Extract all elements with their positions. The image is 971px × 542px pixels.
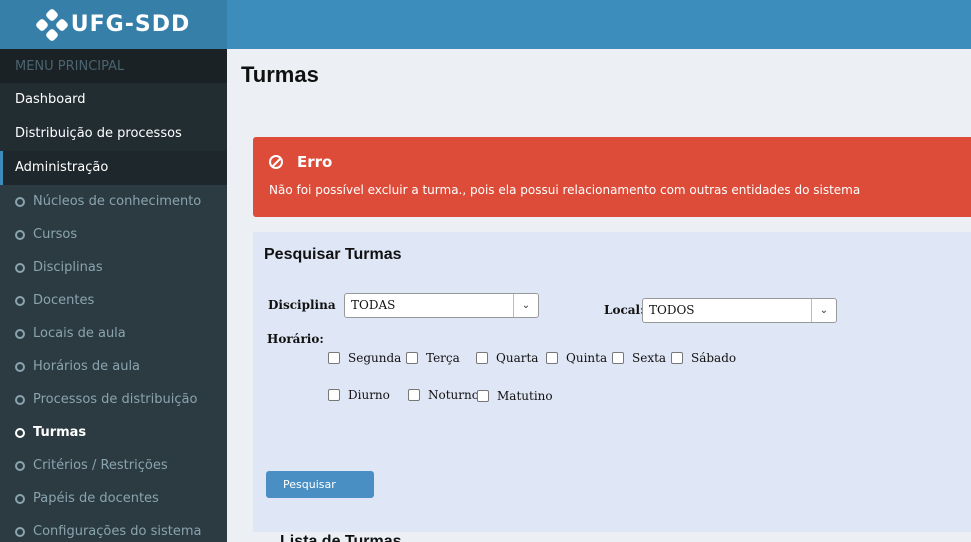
logo-icon	[34, 7, 69, 42]
circle-icon	[15, 229, 25, 240]
subitem-cursos[interactable]: Cursos	[0, 218, 227, 251]
list-title: Lista de Turmas	[280, 533, 402, 542]
checkbox-sabado[interactable]: Sábado	[671, 351, 736, 365]
ban-icon	[269, 155, 283, 169]
subitem-label: Disciplinas	[33, 260, 103, 275]
checkbox-quarta[interactable]: Quarta	[476, 351, 538, 365]
checkbox-box[interactable]	[612, 352, 624, 364]
circle-icon	[15, 295, 25, 306]
subitem-label: Locais de aula	[33, 326, 126, 341]
checkbox-label: Terça	[426, 351, 460, 365]
logo[interactable]: UFG-SDD	[0, 0, 227, 49]
circle-icon	[15, 328, 25, 339]
sidebar-header: MENU PRINCIPAL	[0, 49, 227, 83]
checkbox-box[interactable]	[406, 352, 418, 364]
circle-icon	[15, 394, 25, 405]
subitem-label: Configurações do sistema	[33, 524, 202, 539]
subitem-criterios[interactable]: Critérios / Restrições	[0, 449, 227, 482]
checkbox-label: Matutino	[497, 389, 553, 403]
checkbox-label: Segunda	[348, 351, 402, 365]
subitem-label: Turmas	[33, 425, 87, 440]
error-alert: Erro Não foi possível excluir a turma., …	[253, 137, 971, 217]
subitem-label: Critérios / Restrições	[33, 458, 168, 473]
checkbox-box[interactable]	[477, 390, 489, 402]
circle-icon	[15, 262, 25, 273]
checkbox-diurno[interactable]: Diurno	[328, 388, 390, 402]
local-select[interactable]: TODOS ⌄	[642, 298, 837, 323]
alert-header: Erro	[269, 153, 955, 171]
chevron-down-icon: ⌄	[811, 299, 836, 322]
subitem-horarios[interactable]: Horários de aula	[0, 350, 227, 383]
checkbox-box[interactable]	[546, 352, 558, 364]
subitem-label: Núcleos de conhecimento	[33, 194, 202, 209]
checkbox-terca[interactable]: Terça	[406, 351, 460, 365]
chevron-down-icon: ⌄	[513, 294, 538, 317]
horario-label: Horário:	[267, 332, 324, 346]
subitem-label: Docentes	[33, 293, 95, 308]
subitem-locais[interactable]: Locais de aula	[0, 317, 227, 350]
circle-icon	[15, 460, 25, 471]
brand-name: UFG-SDD	[70, 12, 191, 37]
checkbox-noturno[interactable]: Noturno	[408, 388, 479, 402]
subitem-nucleos[interactable]: Núcleos de conhecimento	[0, 185, 227, 218]
checkbox-label: Noturno	[428, 388, 479, 402]
search-panel: Pesquisar Turmas Disciplina TODAS ⌄ Loca…	[253, 232, 971, 532]
top-navbar	[227, 0, 971, 49]
local-value: TODOS	[649, 303, 695, 317]
sidebar-item-administracao[interactable]: Administração	[0, 151, 227, 185]
checkbox-segunda[interactable]: Segunda	[328, 351, 401, 365]
disciplina-value: TODAS	[351, 298, 396, 312]
checkbox-matutino[interactable]: Matutino	[477, 389, 553, 403]
checkbox-box[interactable]	[328, 352, 340, 364]
search-title: Pesquisar Turmas	[264, 246, 402, 263]
sidebar-item-distribuicao[interactable]: Distribuição de processos	[0, 117, 227, 151]
page-title: Turmas	[241, 62, 319, 87]
submenu-administracao: Núcleos de conhecimento Cursos Disciplin…	[0, 185, 227, 542]
checkbox-sexta[interactable]: Sexta	[612, 351, 666, 365]
sidebar: MENU PRINCIPAL Dashboard Distribuição de…	[0, 49, 227, 542]
circle-icon	[15, 361, 25, 372]
checkbox-label: Sábado	[691, 351, 737, 365]
checkbox-box[interactable]	[408, 389, 420, 401]
subitem-label: Processos de distribuição	[33, 392, 198, 407]
circle-icon	[15, 196, 25, 207]
local-label: Local:	[604, 303, 645, 317]
circle-icon	[15, 427, 25, 438]
alert-title: Erro	[297, 153, 333, 171]
checkbox-box[interactable]	[328, 389, 340, 401]
disciplina-label: Disciplina	[268, 298, 336, 312]
alert-message: Não foi possível excluir a turma., pois …	[269, 183, 861, 197]
subitem-docentes[interactable]: Docentes	[0, 284, 227, 317]
checkbox-label: Sexta	[632, 351, 667, 365]
subitem-processos[interactable]: Processos de distribuição	[0, 383, 227, 416]
subitem-disciplinas[interactable]: Disciplinas	[0, 251, 227, 284]
disciplina-select[interactable]: TODAS ⌄	[344, 293, 539, 318]
checkbox-quinta[interactable]: Quinta	[546, 351, 607, 365]
circle-icon	[15, 493, 25, 504]
subitem-label: Horários de aula	[33, 359, 141, 374]
checkbox-box[interactable]	[671, 352, 683, 364]
subitem-turmas[interactable]: Turmas	[0, 416, 227, 449]
subitem-configuracoes[interactable]: Configurações do sistema	[0, 515, 227, 542]
checkbox-box[interactable]	[476, 352, 488, 364]
subitem-label: Cursos	[33, 227, 78, 242]
circle-icon	[15, 526, 25, 537]
checkbox-label: Quinta	[566, 351, 608, 365]
sidebar-item-dashboard[interactable]: Dashboard	[0, 83, 227, 117]
checkbox-label: Quarta	[496, 351, 539, 365]
subitem-label: Papéis de docentes	[33, 491, 159, 506]
checkbox-label: Diurno	[348, 388, 390, 402]
subitem-papeis[interactable]: Papéis de docentes	[0, 482, 227, 515]
search-button[interactable]: Pesquisar	[266, 471, 374, 498]
